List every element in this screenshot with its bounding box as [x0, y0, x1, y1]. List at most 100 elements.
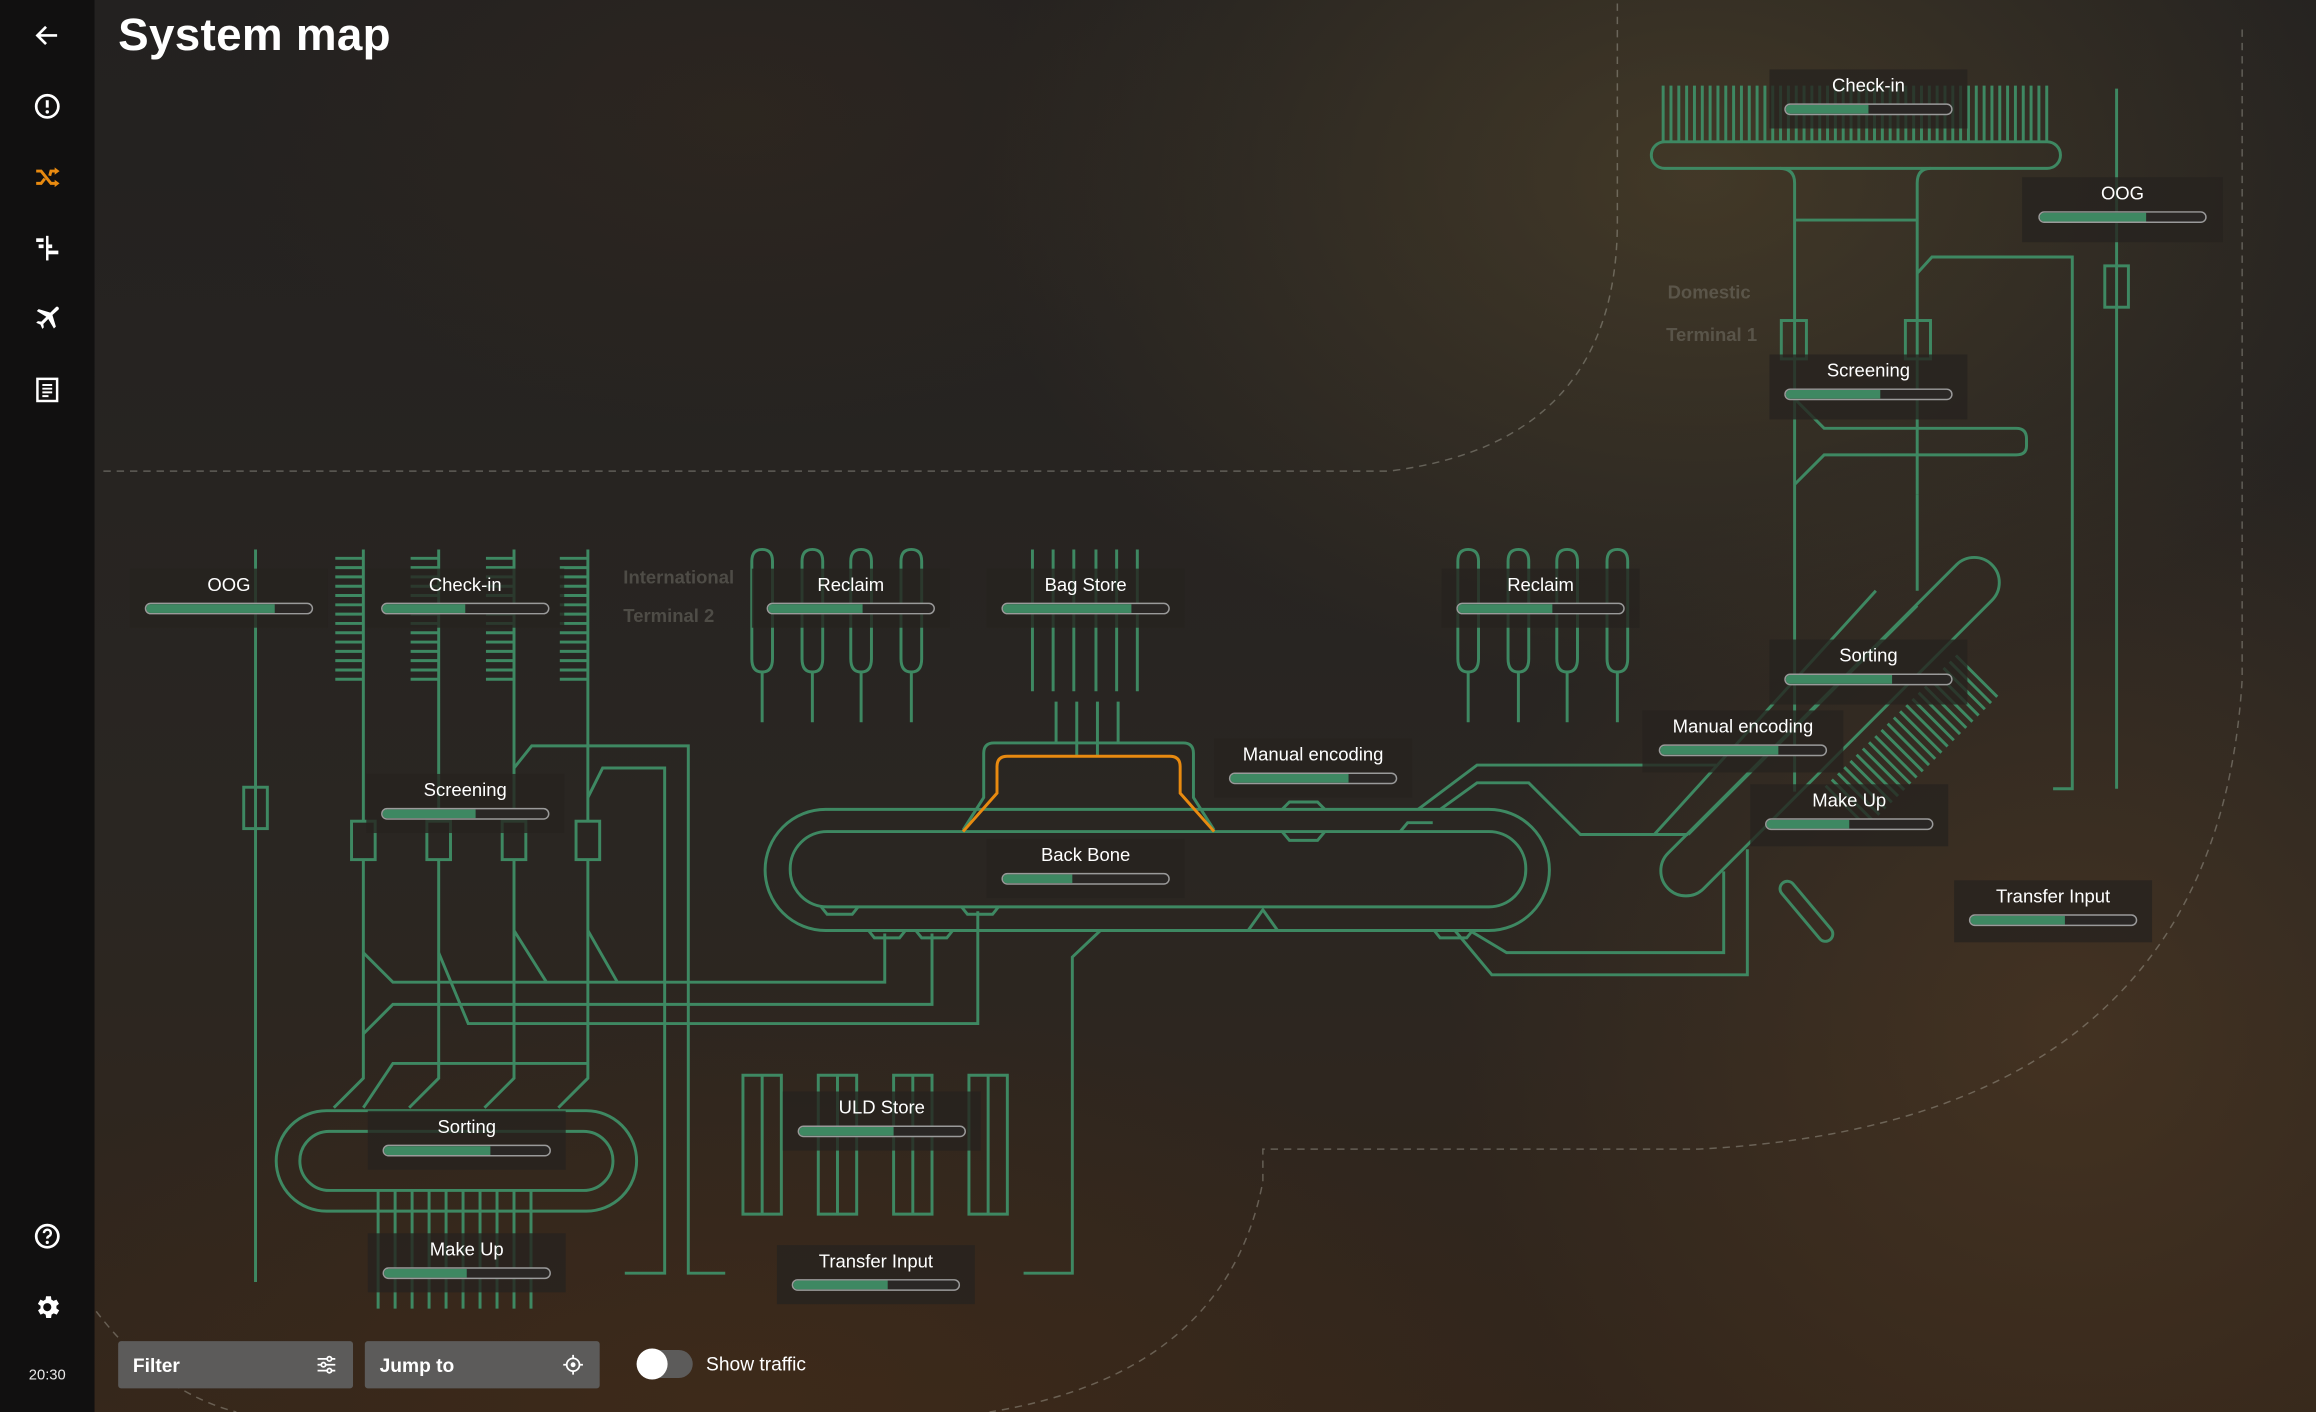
node-name: Make Up: [429, 1239, 504, 1260]
load-bar-fill: [1660, 745, 1778, 755]
load-bar-fill: [768, 604, 863, 613]
load-bar-fill: [1457, 604, 1553, 613]
load-bar: [1228, 772, 1398, 785]
t2-cross-lines: [362, 911, 980, 1109]
node-t1-checkin[interactable]: Check-in: [1769, 69, 1968, 129]
node-name: Check-in: [428, 574, 502, 596]
t1-link: [1439, 781, 1749, 977]
node-name: Manual encoding: [1242, 744, 1384, 766]
sidebar-item-help[interactable]: [30, 1219, 65, 1254]
page-title: System map: [118, 8, 391, 61]
zone-label-terminal-1: Terminal 1: [1666, 324, 1758, 346]
filter-label: Filter: [132, 1353, 180, 1376]
node-name: Manual encoding: [1672, 716, 1814, 738]
jump-to-button[interactable]: Jump to: [364, 1341, 600, 1389]
node-name: Sorting: [1839, 645, 1898, 667]
jump-to-label: Jump to: [379, 1353, 455, 1376]
load-bar-fill: [1766, 819, 1850, 829]
load-bar: [791, 1279, 961, 1291]
load-bar-fill: [1002, 874, 1073, 884]
node-reclaim-b[interactable]: Reclaim: [1441, 568, 1640, 628]
node-t2-checkin[interactable]: Check-in: [366, 568, 565, 628]
node-name: OOG: [2100, 183, 2145, 204]
load-bar-fill: [1785, 674, 1892, 684]
show-traffic-label: Show traffic: [706, 1352, 807, 1376]
load-bar: [1001, 872, 1170, 885]
node-reclaim-a[interactable]: Reclaim: [751, 568, 950, 628]
load-bar: [1456, 602, 1625, 615]
settings-gear-icon: [37, 1296, 60, 1318]
checkin-desks: [335, 556, 364, 681]
node-manual-encoding-a[interactable]: Manual encoding: [1214, 738, 1413, 798]
filter-button[interactable]: Filter: [118, 1341, 354, 1389]
load-bar: [1968, 914, 2138, 927]
node-name: Screening: [1826, 360, 1911, 382]
load-bar-fill: [1230, 773, 1348, 783]
load-bar-fill: [1970, 915, 2065, 925]
node-name: Sorting: [437, 1116, 496, 1138]
node-name: OOG: [207, 574, 251, 596]
highlighted-conveyor: [961, 754, 1216, 833]
load-bar: [2038, 211, 2207, 224]
t1-makeup-chute: [1778, 879, 1835, 943]
sidebar-item-schedule[interactable]: [30, 230, 65, 265]
node-uld-store[interactable]: ULD Store: [782, 1091, 981, 1151]
load-bar: [381, 807, 550, 820]
node-name: Reclaim: [817, 574, 885, 596]
node-name: Back Bone: [1040, 844, 1131, 866]
sidebar-item-settings[interactable]: [30, 1289, 65, 1324]
highlighted-route: [961, 754, 1216, 833]
back-bone-exit: [1023, 929, 1102, 1275]
node-t2-makeup[interactable]: Make Up: [367, 1233, 566, 1293]
load-bar: [1001, 602, 1170, 615]
back-button[interactable]: [30, 18, 65, 53]
load-bar-fill: [799, 1126, 894, 1136]
node-name: ULD Store: [838, 1097, 925, 1119]
sidebar-item-flights[interactable]: [30, 301, 65, 336]
node-t1-screening[interactable]: Screening: [1769, 354, 1968, 420]
load-bar-fill: [1785, 104, 1869, 114]
document-icon: [36, 377, 59, 403]
node-t2-sorting[interactable]: Sorting: [367, 1110, 566, 1170]
zone-label-domestic: Domestic: [1667, 282, 1751, 303]
node-name: Screening: [423, 779, 507, 801]
help-icon: [34, 1223, 60, 1249]
shuffle-icon: [36, 167, 60, 188]
load-bar: [1784, 103, 1953, 116]
node-t2-screening[interactable]: Screening: [366, 773, 565, 834]
load-bar: [1658, 744, 1828, 757]
toggle-knob: [636, 1348, 668, 1380]
node-name: Transfer Input: [1995, 886, 2111, 907]
sliders-icon: [317, 1355, 336, 1374]
show-traffic-toggle[interactable]: [636, 1348, 693, 1380]
load-bar: [1784, 388, 1953, 401]
zone-label-terminal-2: Terminal 2: [623, 605, 715, 627]
sidebar-item-system-map[interactable]: [30, 160, 65, 195]
load-bar: [381, 602, 550, 615]
back-arrow-icon: [35, 25, 58, 46]
load-bar-fill: [382, 809, 476, 819]
sidebar-item-reports[interactable]: [30, 372, 65, 407]
node-back-bone[interactable]: Back Bone: [986, 838, 1185, 899]
node-t1-oog[interactable]: OOG: [2022, 177, 2223, 243]
sidebar-item-alerts[interactable]: [30, 89, 65, 124]
load-bar-fill: [1002, 604, 1132, 613]
node-t2-oog[interactable]: OOG: [129, 568, 328, 628]
node-transfer-input-b[interactable]: Transfer Input: [1954, 880, 2153, 943]
node-transfer-input-a[interactable]: Transfer Input: [776, 1245, 975, 1305]
load-bar-fill: [146, 604, 276, 613]
node-t1-sorting[interactable]: Sorting: [1769, 639, 1968, 705]
node-bag-store[interactable]: Bag Store: [986, 568, 1185, 628]
alert-icon: [34, 93, 60, 119]
load-bar: [1784, 673, 1953, 686]
load-bar: [766, 602, 935, 615]
node-t1-makeup[interactable]: Make Up: [1750, 784, 1949, 847]
load-bar: [144, 602, 314, 615]
load-bar-fill: [1785, 389, 1881, 399]
t2-screening-box: [574, 819, 602, 862]
node-manual-encoding-b[interactable]: Manual encoding: [1642, 710, 1844, 773]
load-bar: [1765, 818, 1934, 831]
uld-rack: [741, 1073, 783, 1216]
system-map-screen: International Terminal 2 Domestic Termin…: [0, 0, 2316, 1412]
load-bar: [797, 1125, 966, 1138]
